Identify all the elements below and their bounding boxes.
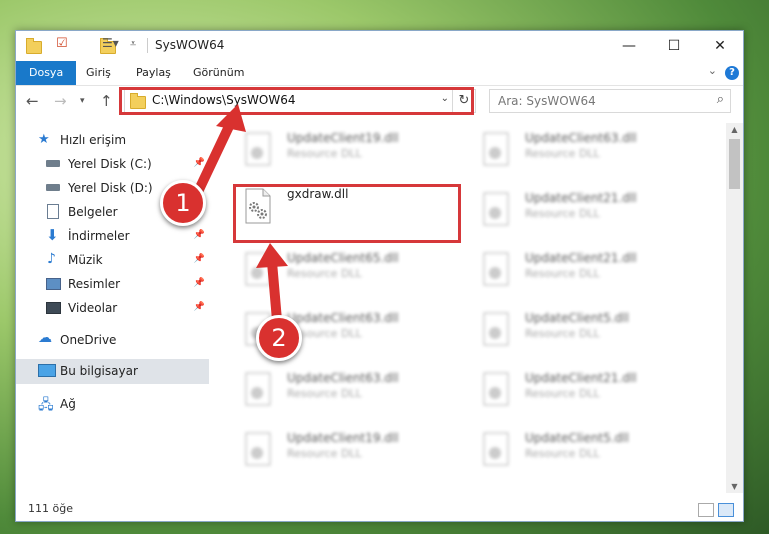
arrow-1-head	[216, 104, 246, 132]
step-1-badge: 1	[160, 180, 206, 226]
step-2-badge: 2	[256, 315, 302, 361]
arrow-2-head	[256, 243, 288, 268]
annotation-arrows	[191, 104, 288, 337]
arrow-1	[191, 115, 237, 201]
